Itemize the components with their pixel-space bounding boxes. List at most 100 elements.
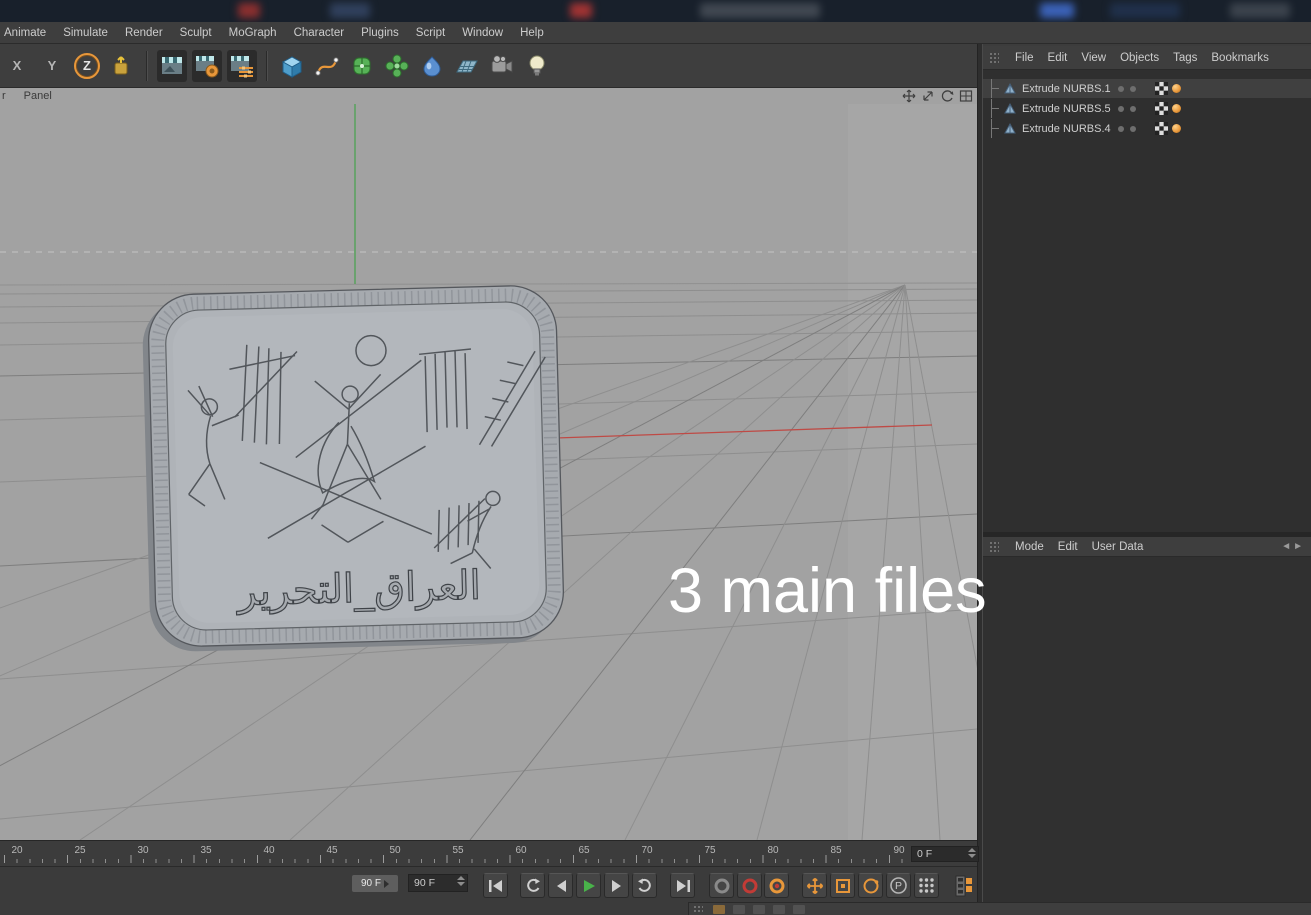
panel-grip-icon[interactable] [693, 905, 703, 913]
autokey-button[interactable] [737, 873, 762, 898]
history-arrows-icon[interactable]: ◄► [1281, 541, 1305, 552]
play-backwards-button[interactable] [520, 873, 545, 898]
menu-simulate[interactable]: Simulate [63, 27, 108, 39]
power-slider-handle[interactable]: 90 F [352, 875, 398, 892]
view-dolly-icon[interactable] [921, 89, 935, 103]
next-frame-button[interactable] [604, 873, 629, 898]
menu-script[interactable]: Script [416, 27, 445, 39]
spinner-arrows-icon[interactable] [457, 876, 465, 886]
metaball-button[interactable] [417, 50, 447, 82]
goto-end-button[interactable] [670, 873, 695, 898]
am-menu-mode[interactable]: Mode [1015, 541, 1044, 553]
menu-sculpt[interactable]: Sculpt [180, 27, 212, 39]
panel-grip-icon[interactable] [989, 540, 999, 553]
light-button[interactable] [522, 50, 552, 82]
view-pan-icon[interactable] [902, 89, 916, 103]
keying-selection-icon [769, 878, 784, 893]
am-menu-userdata[interactable]: User Data [1092, 541, 1144, 553]
visibility-dots[interactable] [1118, 125, 1136, 132]
goto-start-button[interactable] [483, 873, 508, 898]
axis-x-button[interactable]: X [2, 50, 32, 82]
previous-frame-button[interactable] [548, 873, 573, 898]
menu-character[interactable]: Character [294, 27, 345, 39]
visibility-dots[interactable] [1118, 85, 1136, 92]
render-to-picture-viewer-button[interactable] [192, 49, 222, 82]
object-name[interactable]: Extrude NURBS.5 [1022, 103, 1111, 115]
object-row[interactable]: Extrude NURBS.1 [983, 79, 1311, 98]
key-rotation-button[interactable] [858, 873, 883, 898]
om-menu-tags[interactable]: Tags [1173, 52, 1197, 64]
loop-forward-button[interactable] [632, 873, 657, 898]
visibility-dots[interactable] [1118, 105, 1136, 112]
key-pla-button[interactable] [914, 873, 939, 898]
material-tag[interactable] [1172, 124, 1181, 133]
play-button[interactable] [576, 873, 601, 898]
material-tag[interactable] [1172, 104, 1181, 113]
current-frame-field[interactable]: 90 F [408, 874, 468, 892]
mini-icon[interactable] [753, 904, 765, 914]
panel-grip-icon[interactable] [989, 51, 999, 64]
keying-selection-button[interactable] [764, 873, 789, 898]
viewport-menu-filter-truncated[interactable]: r [2, 90, 6, 102]
om-menu-edit[interactable]: Edit [1048, 52, 1068, 64]
om-menu-view[interactable]: View [1081, 52, 1106, 64]
key-parameter-button[interactable]: P [886, 873, 911, 898]
axis-z-button[interactable]: Z [72, 50, 102, 82]
dot-grid-icon [919, 878, 934, 893]
view-orbit-icon[interactable] [940, 89, 954, 103]
menu-window[interactable]: Window [462, 27, 503, 39]
menu-mograph[interactable]: MoGraph [229, 27, 277, 39]
mini-icon[interactable] [713, 904, 725, 914]
timeline-ruler[interactable]: 20 25 30 35 40 45 50 55 60 65 70 75 80 8… [0, 840, 979, 866]
render-view-button[interactable] [157, 49, 187, 82]
extrude-object-icon[interactable] [1003, 82, 1019, 96]
axis-y-button[interactable]: Y [37, 50, 67, 82]
key-position-button[interactable] [802, 873, 827, 898]
floor-object-button[interactable] [452, 50, 482, 82]
parameter-letter: P [895, 880, 902, 892]
coordinate-system-button[interactable] [107, 50, 137, 82]
am-menu-edit[interactable]: Edit [1058, 541, 1078, 553]
object-manager-header: File Edit View Objects Tags Bookmarks [983, 46, 1311, 70]
render-settings-button[interactable] [227, 49, 257, 82]
viewport-canvas[interactable]: العراق_التحرير [0, 104, 977, 840]
view-toggle-icon[interactable] [959, 89, 973, 103]
parameter-icon: P [890, 877, 907, 894]
array-object-button[interactable] [382, 50, 412, 82]
texture-tag[interactable] [1155, 82, 1168, 95]
end-frame-field[interactable]: 0 F [911, 846, 979, 862]
mini-icon[interactable] [793, 904, 805, 914]
menu-animate[interactable]: Animate [4, 27, 46, 39]
viewport-menu-panel[interactable]: Panel [24, 90, 52, 102]
object-name[interactable]: Extrude NURBS.1 [1022, 83, 1111, 95]
extrude-object-icon[interactable] [1003, 102, 1019, 116]
menu-plugins[interactable]: Plugins [361, 27, 399, 39]
mini-icon[interactable] [733, 904, 745, 914]
camera-button[interactable] [487, 50, 517, 82]
play-icon [583, 879, 595, 892]
material-manager-strip[interactable] [688, 902, 1311, 915]
extrude-object-icon[interactable] [1003, 122, 1019, 136]
spline-tool-button[interactable] [312, 50, 342, 82]
plaque[interactable]: العراق_التحرير [141, 285, 564, 653]
om-menu-file[interactable]: File [1015, 52, 1034, 64]
timeline-options-button[interactable] [950, 872, 977, 899]
keyframe-record-button[interactable] [709, 873, 734, 898]
object-row[interactable]: Extrude NURBS.4 [983, 119, 1311, 138]
menu-render[interactable]: Render [125, 27, 163, 39]
texture-tag[interactable] [1155, 102, 1168, 115]
mini-icon[interactable] [773, 904, 785, 914]
key-scale-button[interactable] [830, 873, 855, 898]
subdivision-surface-button[interactable] [347, 50, 377, 82]
chrome-blob [1040, 3, 1074, 18]
autokey-icon [742, 878, 757, 893]
texture-tag[interactable] [1155, 122, 1168, 135]
material-tag[interactable] [1172, 84, 1181, 93]
add-cube-button[interactable] [277, 50, 307, 82]
om-menu-objects[interactable]: Objects [1120, 52, 1159, 64]
object-name[interactable]: Extrude NURBS.4 [1022, 123, 1111, 135]
menu-help[interactable]: Help [520, 27, 544, 39]
object-row[interactable]: Extrude NURBS.5 [983, 99, 1311, 118]
om-menu-bookmarks[interactable]: Bookmarks [1211, 52, 1269, 64]
spinner-arrows-icon[interactable] [968, 848, 976, 858]
